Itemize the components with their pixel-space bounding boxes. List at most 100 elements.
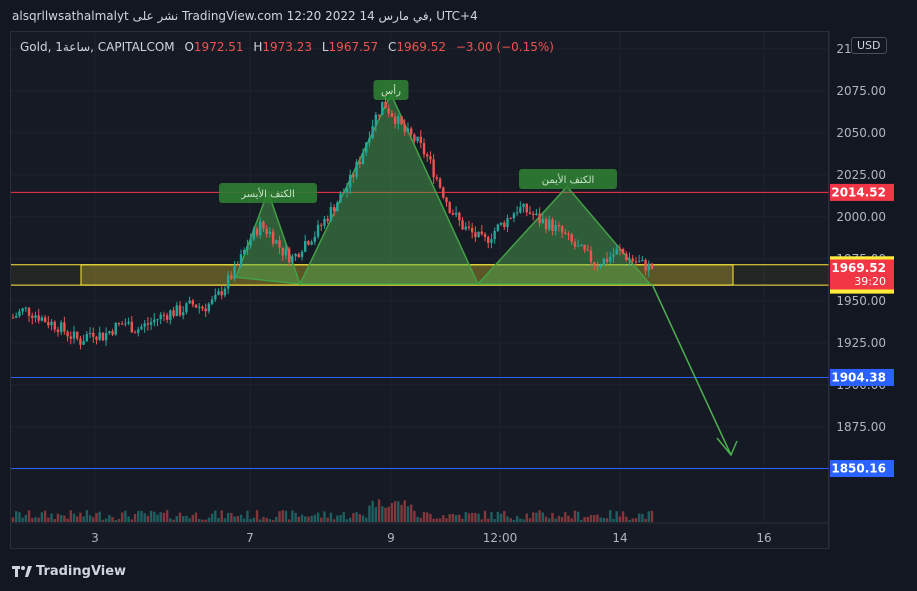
candle-body (416, 136, 419, 142)
volume-bar (397, 501, 400, 522)
candle-body (377, 114, 381, 116)
candle-body (104, 333, 108, 341)
candle-body (15, 315, 18, 318)
volume-bar (336, 515, 339, 522)
candle-body (535, 213, 538, 216)
volume-bar (593, 515, 596, 522)
candle-body (564, 232, 567, 234)
volume-bar (226, 512, 230, 522)
volume-bar (641, 513, 644, 522)
volume-bar (175, 516, 178, 522)
volume-bar (320, 517, 323, 522)
volume-bar (422, 511, 426, 522)
volume-bar (271, 519, 275, 522)
volume-bar (461, 518, 464, 522)
x-tick-label: 16 (756, 531, 771, 545)
volume-bar (496, 511, 500, 522)
currency-button[interactable]: USD (851, 37, 887, 54)
x-tick-label: 9 (387, 531, 395, 545)
volume-bar (162, 512, 166, 522)
volume-bar (313, 514, 317, 522)
volume-bar (69, 510, 72, 522)
candle-body (342, 192, 345, 194)
candle-body (397, 116, 400, 124)
volume-bar (204, 519, 207, 522)
y-tick-label: 1875.00 (836, 420, 886, 434)
candle-body (79, 338, 82, 345)
candle-body (348, 175, 352, 188)
candle-body (133, 332, 137, 334)
candle-body (153, 319, 156, 323)
candle-body (310, 241, 313, 245)
candle-body (198, 306, 201, 308)
candle-body (108, 331, 111, 334)
candle-body (255, 228, 259, 236)
volume-bar (647, 511, 650, 522)
volume-bar (586, 516, 589, 522)
volume-bar (480, 519, 484, 522)
candle-body (120, 323, 124, 325)
candle-body (43, 317, 47, 323)
candle-body (361, 152, 365, 165)
candle-body (637, 261, 641, 263)
candle-body (76, 331, 79, 339)
candle-body (519, 207, 522, 213)
volume-bar (332, 519, 336, 522)
tradingview-logo[interactable]: TradingView (12, 564, 126, 579)
candle-body (544, 219, 548, 230)
candle-body (191, 300, 195, 305)
volume-bar (21, 517, 24, 522)
candle-body (602, 258, 606, 266)
candle-body (381, 101, 384, 116)
candle-body (56, 329, 60, 333)
candle-body (451, 213, 455, 215)
volume-bar (194, 512, 198, 522)
candle-body (159, 314, 162, 320)
volume-bar (178, 512, 182, 522)
volume-bar (149, 510, 153, 522)
candle-body (50, 321, 53, 326)
volume-bar (47, 517, 50, 522)
volume-bar (352, 513, 355, 522)
candle-body (230, 275, 233, 279)
volume-bar (236, 516, 239, 522)
candle-body (323, 218, 326, 226)
candle-body (615, 248, 618, 255)
candle-body (573, 241, 577, 247)
volume-bar (259, 519, 262, 522)
volume-bar (506, 516, 509, 522)
volume-bar (557, 515, 561, 522)
arrow-line (651, 283, 732, 456)
candle-body (406, 128, 410, 132)
candle-body (628, 258, 631, 261)
volume-bar (515, 515, 519, 522)
candle-body (525, 203, 528, 213)
volume-bar (365, 517, 368, 522)
x-tick-label: 14 (612, 531, 627, 545)
volume-bar (625, 516, 628, 522)
candle-body (63, 322, 66, 332)
volume-bar (490, 511, 493, 522)
candle-body (387, 108, 390, 114)
y-tick-label: 2075.00 (836, 84, 886, 98)
volume-bar (201, 519, 204, 522)
volume-bar (297, 516, 300, 522)
candle-body (432, 159, 435, 178)
volume-bar (130, 519, 134, 522)
candle-body (111, 331, 114, 335)
price-chart[interactable]: الكتف الأيسررأسالكتف الأيمن 2100.002075.… (0, 0, 917, 591)
volume-bar (567, 515, 570, 522)
candle-body (165, 315, 169, 320)
candle-body (172, 310, 175, 317)
volume-bar (124, 510, 127, 522)
candle-body (400, 116, 403, 125)
volume-bar (76, 516, 79, 522)
candle-body (371, 126, 374, 138)
open-label: O (184, 40, 194, 54)
candle-body (223, 288, 227, 296)
volume-bar (368, 505, 371, 522)
pattern-label-text: رأس (381, 84, 401, 97)
volume-bar (477, 513, 480, 522)
candle-body (554, 224, 557, 232)
candle-body (220, 291, 223, 296)
